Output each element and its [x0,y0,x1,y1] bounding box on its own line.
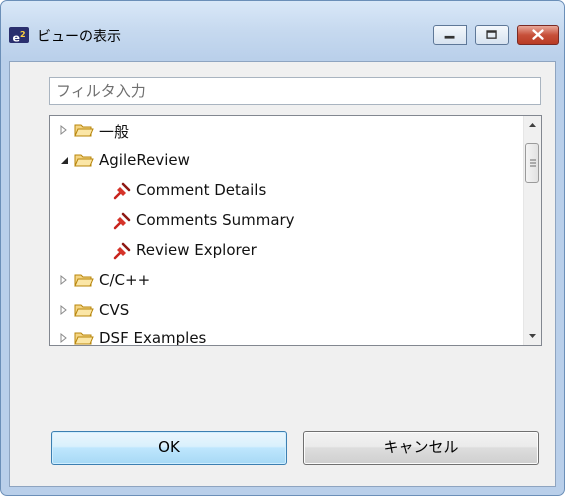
expand-arrow-icon[interactable] [58,332,70,344]
tree-item-label: DSF Examples [99,329,207,346]
tree-item-label: 一般 [99,123,130,141]
window-title: ビューの表示 [37,29,121,45]
collapse-arrow-icon[interactable] [58,154,70,166]
app-icon: e2 [9,27,29,45]
tree-item[interactable]: Comment Details [50,176,510,206]
folder-icon [74,274,94,287]
close-button[interactable] [517,25,559,45]
view-tree[interactable]: 一般 AgileReview Comment Details Comments … [49,115,542,346]
title-bar[interactable]: e2 ビューの表示 [1,1,564,61]
expand-arrow-icon[interactable] [58,274,70,286]
minimize-icon [444,35,455,39]
scroll-thumb[interactable] [525,143,539,183]
ok-button[interactable]: OK [51,431,287,465]
expand-arrow-icon[interactable] [58,124,70,136]
tree-item-label: Comments Summary [136,211,295,229]
maximize-icon [486,30,497,39]
scroll-up-icon[interactable] [524,116,541,133]
tree-item-label: AgileReview [99,151,190,169]
show-view-dialog: e2 ビューの表示 フィルタ入力 一般 AgileReview Comment … [0,0,565,496]
tree-item[interactable]: DSF Examples [50,324,510,346]
tree-item[interactable]: AgileReview [50,146,510,176]
cancel-button[interactable]: キャンセル [303,431,539,465]
agilereview-view-icon [113,182,131,200]
open-folder-icon [74,154,94,167]
tree-item-label: CVS [99,301,130,319]
tree-item[interactable]: C/C++ [50,266,510,296]
vertical-scrollbar[interactable] [523,116,541,345]
folder-icon [74,332,94,345]
maximize-button[interactable] [475,25,509,45]
tree-item[interactable]: Review Explorer [50,236,510,266]
expand-arrow-icon[interactable] [58,304,70,316]
tree-item[interactable]: CVS [50,296,510,326]
tree-item-label: Review Explorer [136,241,257,259]
tree-item[interactable]: Comments Summary [50,206,510,236]
close-icon [532,29,544,40]
dialog-body: 一般 AgileReview Comme [9,61,556,487]
agilereview-view-icon [113,242,131,260]
folder-icon [74,304,94,317]
grip-icon [530,159,536,167]
folder-icon [74,124,94,137]
agilereview-view-icon [113,212,131,230]
tree-item-label: Comment Details [136,181,267,199]
filter-input[interactable] [49,77,541,105]
scroll-down-icon[interactable] [524,328,541,345]
tree-item[interactable]: 一般 [50,116,510,146]
tree-item-label: C/C++ [99,271,151,289]
minimize-button[interactable] [433,25,467,45]
